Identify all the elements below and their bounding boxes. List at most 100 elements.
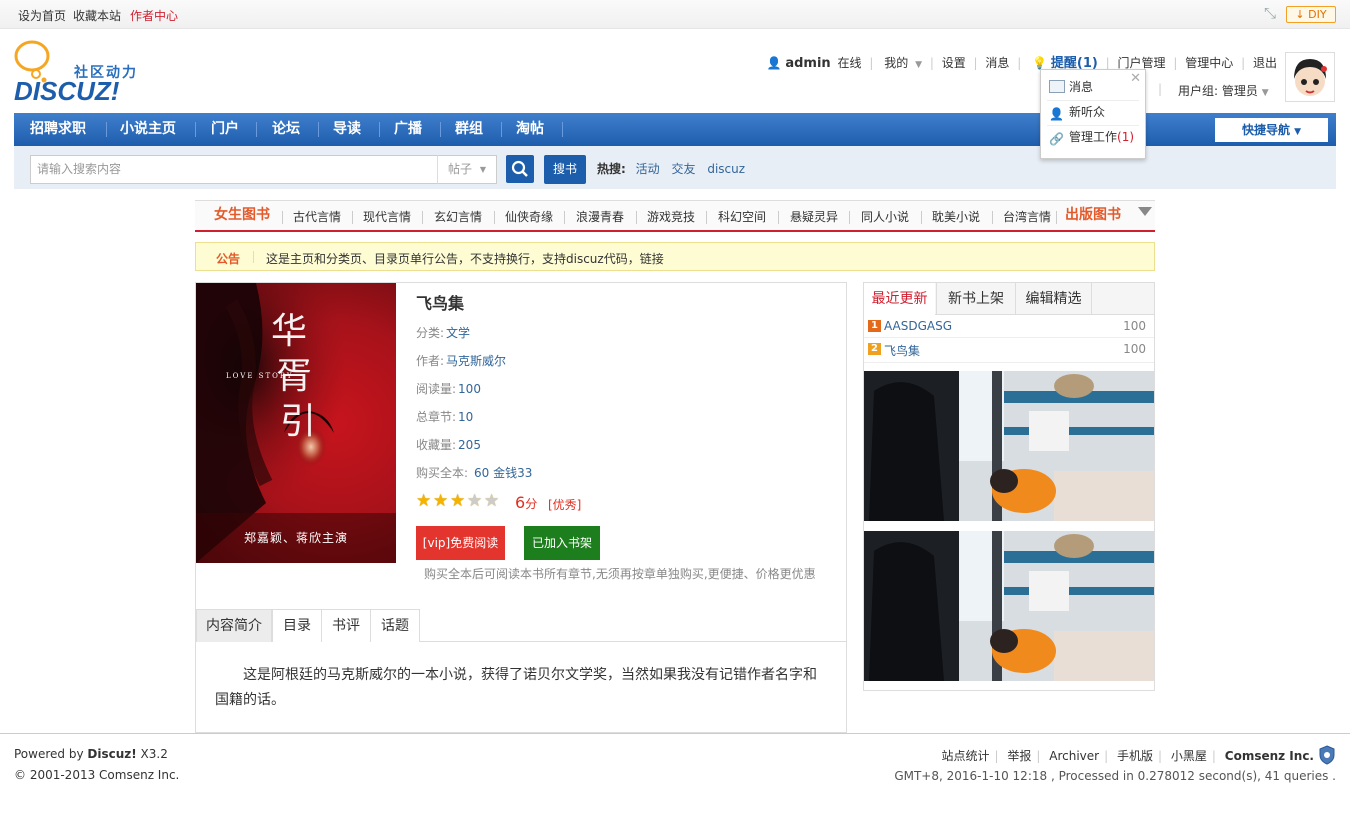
tab-toc[interactable]: 目录 — [272, 609, 322, 642]
category-item[interactable]: 同人小说 — [861, 210, 909, 224]
list-item-value: 100 — [1123, 342, 1146, 356]
nav-item-guide[interactable]: 导读 — [333, 113, 361, 146]
hot-search-link[interactable]: 活动 — [636, 162, 660, 176]
hot-search-link[interactable]: 交友 — [671, 162, 695, 176]
popup-item-messages[interactable]: 消息 — [1049, 76, 1093, 98]
added-to-shelf-button[interactable]: 已加入书架 — [524, 526, 600, 560]
expand-triangle-icon[interactable] — [1138, 207, 1152, 216]
diy-button[interactable]: ↓ DIY — [1286, 6, 1336, 23]
nav-item-novel-home[interactable]: 小说主页 — [120, 113, 176, 146]
popup-item-new-followers[interactable]: 👤 新听众 — [1049, 101, 1105, 123]
category-link[interactable]: 文学 — [446, 326, 470, 340]
discuz-link[interactable]: Discuz! — [87, 747, 136, 761]
chevron-down-icon: ▼ — [1261, 88, 1269, 98]
popup-item-label: 消息 — [1069, 80, 1094, 94]
footer-link-mobile[interactable]: 手机版 — [1117, 749, 1153, 763]
chevron-down-icon: ▼ — [915, 60, 922, 70]
list-item[interactable]: 2 飞鸟集 100 — [864, 338, 1154, 363]
hot-search-link[interactable]: discuz — [707, 162, 745, 176]
shield-icon[interactable] — [1318, 745, 1336, 765]
list-item-title[interactable]: AASDGASG — [884, 319, 952, 333]
category-item[interactable]: 玄幻言情 — [434, 210, 482, 224]
messages-link[interactable]: 消息 — [985, 56, 1009, 70]
rating-stars: ★ ★ ★ ★ ★ — [416, 492, 501, 510]
my-menu[interactable]: 我的 ▼ — [881, 56, 922, 70]
category-item[interactable]: 仙侠奇缘 — [505, 210, 553, 224]
bookmark-site-link[interactable]: 收藏本站 — [73, 7, 121, 24]
tab-intro[interactable]: 内容简介 — [196, 609, 272, 642]
footer-link-report[interactable]: 举报 — [1007, 749, 1031, 763]
category-bar: 女生图书 古代言情 现代言情 玄幻言情 仙侠奇缘 浪漫青春 游戏竞技 科幻空间 … — [195, 200, 1155, 232]
nav-item-forum[interactable]: 论坛 — [272, 113, 300, 146]
powered-by: Powered by Discuz! X3.2 — [14, 747, 168, 761]
list-item-value: 100 — [1123, 319, 1146, 333]
category-female-books[interactable]: 女生图书 — [214, 208, 270, 222]
hot-search-label: 热搜: — [597, 162, 626, 176]
promo-image[interactable] — [864, 371, 1154, 521]
logout-link[interactable]: 退出 — [1253, 56, 1277, 70]
settings-link[interactable]: 设置 — [942, 56, 966, 70]
username-link[interactable]: admin — [785, 56, 830, 71]
portal-admin-link[interactable]: 门户管理 — [1118, 56, 1166, 70]
category-item[interactable]: 台湾言情 — [1003, 210, 1051, 224]
nav-item-broadcast[interactable]: 广播 — [394, 113, 422, 146]
footer-link-archiver[interactable]: Archiver — [1049, 749, 1099, 763]
list-item[interactable]: 1 AASDGASG 100 — [864, 315, 1154, 338]
fullscreen-icon[interactable]: ⤡ — [1264, 5, 1280, 21]
nav-item-groups[interactable]: 群组 — [455, 113, 483, 146]
tab-editor-picks[interactable]: 编辑精选 — [1016, 283, 1092, 315]
popup-item-label: 管理工作 — [1069, 130, 1118, 144]
book-favorites: 收藏量: 205 — [416, 436, 481, 453]
footer-link-blacklist[interactable]: 小黑屋 — [1171, 749, 1207, 763]
category-item[interactable]: 古代言情 — [293, 210, 341, 224]
set-homepage-link[interactable]: 设为首页 — [18, 7, 66, 24]
star-filled-icon: ★ — [416, 491, 432, 511]
category-item[interactable]: 悬疑灵异 — [790, 210, 838, 224]
search-button[interactable] — [506, 155, 534, 183]
quick-nav-button[interactable]: 快捷导航 ▼ — [1215, 118, 1328, 142]
svg-text:华: 华 — [271, 311, 307, 352]
footer-link-stats[interactable]: 站点统计 — [941, 749, 989, 763]
author-link[interactable]: 马克斯威尔 — [446, 354, 506, 368]
category-published-books[interactable]: 出版图书 — [1065, 208, 1121, 222]
category-item[interactable]: 游戏竞技 — [647, 210, 695, 224]
divider: | — [1158, 82, 1163, 96]
logo-wordmark: DISCUZ! — [14, 76, 120, 106]
reads-label: 阅读量: — [416, 382, 457, 396]
user-group-menu[interactable]: 用户组: 管理员 ▼ — [1178, 82, 1269, 99]
category-label: 分类: — [416, 326, 445, 340]
site-logo[interactable]: 社区动力 DISCUZ! — [14, 40, 154, 106]
nav-item-jobs[interactable]: 招聘求职 — [30, 113, 86, 146]
footer-links: 站点统计 | 举报 | Archiver | 手机版 | 小黑屋 | Comsenz In… — [941, 749, 1314, 763]
category-item[interactable]: 耽美小说 — [932, 210, 980, 224]
list-item-title[interactable]: 飞鸟集 — [884, 342, 920, 359]
cover-english-title: LOVE STORY — [226, 372, 294, 380]
category-item[interactable]: 科幻空间 — [718, 210, 766, 224]
book-cover[interactable]: 华 胥 引 LOVE STORY 郑嘉颖、蒋欣主演 — [196, 283, 396, 563]
tab-reviews[interactable]: 书评 — [321, 609, 371, 642]
avatar[interactable] — [1285, 52, 1335, 102]
tab-topics[interactable]: 话题 — [370, 609, 420, 642]
search-input[interactable]: 请输入搜索内容 — [30, 155, 438, 184]
user-bar: 👤 admin 在线 | 我的 ▼ | 设置 | 消息 | 💡 提醒(1) | … — [766, 56, 1277, 71]
nav-item-portal[interactable]: 门户 — [211, 113, 239, 146]
tab-new-books[interactable]: 新书上架 — [936, 283, 1016, 315]
search-books-button[interactable]: 搜书 — [544, 155, 586, 184]
search-type-select[interactable]: 帖子 ▼ — [437, 155, 497, 184]
vip-free-read-button[interactable]: [vip]免费阅读 — [416, 526, 505, 560]
close-icon[interactable]: ✕ — [1130, 71, 1141, 86]
star-empty-icon: ★ — [467, 491, 483, 511]
nav-item-collections[interactable]: 淘帖 — [516, 113, 544, 146]
category-item[interactable]: 现代言情 — [363, 210, 411, 224]
author-label: 作者: — [416, 354, 445, 368]
promo-image[interactable] — [864, 531, 1154, 681]
category-item[interactable]: 浪漫青春 — [576, 210, 624, 224]
tab-recent-updates[interactable]: 最近更新 — [864, 283, 935, 315]
author-center-link[interactable]: 作者中心 — [130, 7, 178, 24]
reads-value: 100 — [458, 382, 481, 396]
book-price: 购买全本: 60 金钱33 — [416, 464, 532, 481]
admin-center-link[interactable]: 管理中心 — [1185, 56, 1233, 70]
hot-searches: 热搜: 活动 交友 discuz — [597, 161, 753, 177]
footer-company-link[interactable]: Comsenz Inc. — [1225, 749, 1314, 763]
popup-item-admin-work[interactable]: 🔗 管理工作(1) — [1049, 126, 1134, 148]
